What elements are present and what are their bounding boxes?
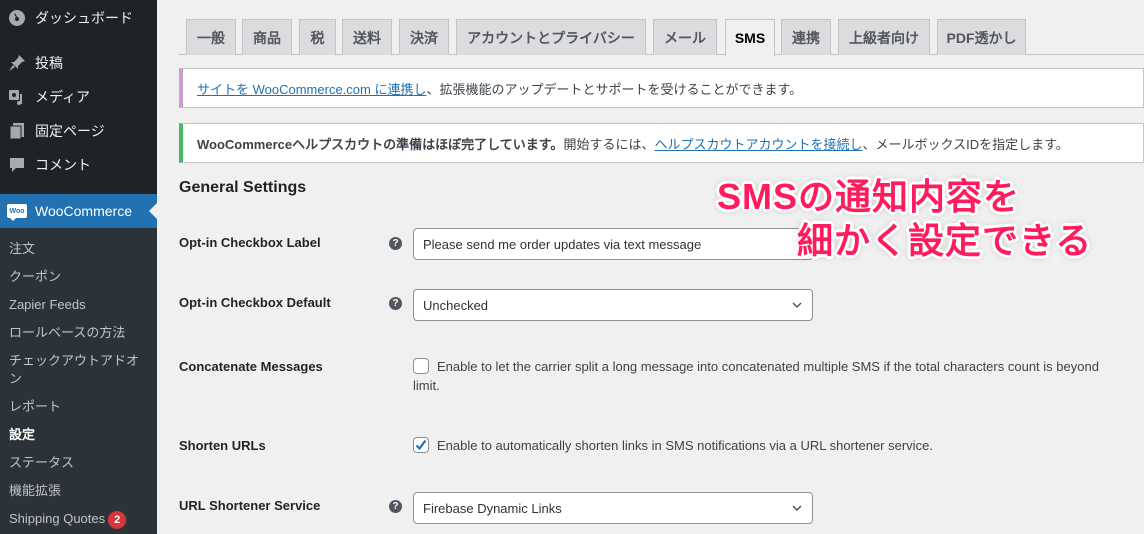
shorten-urls-checkbox[interactable] [413, 437, 429, 453]
tab-general[interactable]: 一般 [186, 19, 236, 55]
shortener-service-label: URL Shortener Service [179, 498, 321, 513]
submenu-item-reports[interactable]: レポート [9, 398, 149, 416]
chevron-down-icon [792, 302, 802, 309]
settings-tabs: 一般 商品 税 送料 決済 アカウントとプライバシー メール SMS 連携 上級… [179, 19, 1144, 56]
sidebar-item-posts[interactable]: 投稿 [0, 46, 157, 80]
submenu-item-settings[interactable]: 設定 [9, 426, 149, 444]
sidebar-item-dashboard[interactable]: ダッシュボード [0, 1, 157, 35]
tab-shipping[interactable]: 送料 [342, 19, 392, 55]
sidebar-item-comments[interactable]: コメント [0, 148, 157, 182]
media-icon [7, 87, 27, 107]
help-icon[interactable]: ? [389, 500, 402, 513]
tab-pdf-watermark[interactable]: PDF透かし [937, 19, 1026, 55]
notification-badge: 2 [108, 511, 127, 529]
sidebar-item-pages[interactable]: 固定ページ [0, 114, 157, 148]
sidebar-item-label: 固定ページ [35, 123, 105, 139]
submenu-item-status[interactable]: ステータス [9, 454, 149, 472]
notice-text: 、拡張機能のアップデートとサポートを受けることができます。 [426, 81, 803, 97]
help-icon[interactable]: ? [389, 297, 402, 310]
submenu-item-checkout-addons[interactable]: チェックアウトアドオン [9, 352, 149, 388]
pages-icon [7, 121, 27, 141]
connect-woocommerce-link[interactable]: サイトを WooCommerce.com に連携し [197, 79, 426, 98]
tab-sms[interactable]: SMS [725, 19, 775, 56]
select-value: Firebase Dynamic Links [423, 500, 562, 516]
submenu-item-role-based-methods[interactable]: ロールベースの方法 [9, 324, 149, 342]
dashboard-icon [7, 8, 27, 28]
sidebar-item-label: メディア [35, 89, 91, 105]
sidebar-item-label: コメント [35, 157, 91, 173]
notice-text: 、メールボックスIDを指定します。 [862, 136, 1069, 152]
shorten-urls-description: Enable to automatically shorten links in… [437, 438, 933, 453]
submenu-item-label: Shipping Quotes [9, 511, 106, 526]
optin-label-label: Opt-in Checkbox Label [179, 235, 321, 250]
notice-text: 開始するには、 [563, 136, 655, 152]
sidebar-item-label: 投稿 [35, 55, 63, 71]
concatenate-checkbox[interactable] [413, 358, 429, 374]
woocommerce-icon: Woo [7, 201, 27, 221]
concatenate-description: Enable to let the carrier split a long m… [437, 359, 1099, 374]
input-value: Please send me order updates via text me… [423, 236, 702, 252]
woocommerce-logo: Woo [7, 204, 27, 221]
tab-payments[interactable]: 決済 [399, 19, 449, 55]
concatenate-label: Concatenate Messages [179, 359, 323, 374]
shortener-service-select[interactable]: Firebase Dynamic Links [413, 492, 813, 524]
tab-tax[interactable]: 税 [299, 19, 336, 55]
annotation-line-2: 細かく設定できる [797, 220, 1093, 261]
admin-sidebar: ダッシュボード 投稿 メディア 固定ページ コメント Woo WooCommer… [0, 0, 157, 534]
notice-bold-text: WooCommerceヘルプスカウトの準備はほぼ完了しています。 [197, 136, 564, 152]
submenu-item-shipping-quotes[interactable]: Shipping Quotes 2 [9, 510, 149, 529]
pin-icon [7, 53, 27, 73]
tab-integration[interactable]: 連携 [781, 19, 831, 55]
optin-label-input[interactable]: Please send me order updates via text me… [413, 228, 813, 260]
checkmark-icon [415, 439, 427, 451]
tab-accounts-privacy[interactable]: アカウントとプライバシー [456, 19, 646, 55]
shorten-urls-label: Shorten URLs [179, 438, 266, 453]
select-value: Unchecked [423, 297, 489, 313]
sidebar-item-woocommerce[interactable]: Woo WooCommerce [0, 194, 157, 228]
comment-icon [7, 155, 27, 175]
tab-advanced[interactable]: 上級者向け [838, 19, 930, 55]
optin-default-label: Opt-in Checkbox Default [179, 295, 331, 310]
woocommerce-submenu: 注文 クーポン Zapier Feeds ロールベースの方法 チェックアウトアド… [0, 228, 157, 534]
sidebar-item-label: WooCommerce [35, 203, 132, 219]
submenu-item-orders[interactable]: 注文 [9, 240, 149, 258]
help-icon[interactable]: ? [389, 237, 402, 250]
helpscout-notice: WooCommerceヘルプスカウトの準備はほぼ完了しています。 開始するには、ヘ… [179, 123, 1144, 163]
chevron-down-icon [792, 505, 802, 512]
tab-email[interactable]: メール [653, 19, 717, 55]
connect-helpscout-link[interactable]: ヘルプスカウトアカウントを接続し [654, 134, 862, 153]
connect-notice: サイトを WooCommerce.com に連携し 、拡張機能のアップデートとサポ… [179, 68, 1144, 108]
submenu-item-zapier-feeds[interactable]: Zapier Feeds [9, 296, 149, 314]
sidebar-item-media[interactable]: メディア [0, 80, 157, 114]
submenu-item-coupons[interactable]: クーポン [9, 268, 149, 286]
section-title: General Settings [179, 179, 307, 196]
sidebar-item-label: ダッシュボード [35, 10, 133, 26]
submenu-item-extensions[interactable]: 機能拡張 [9, 482, 149, 500]
concatenate-description-line2: limit. [413, 378, 440, 393]
tab-products[interactable]: 商品 [242, 19, 292, 55]
optin-default-select[interactable]: Unchecked [413, 289, 813, 321]
